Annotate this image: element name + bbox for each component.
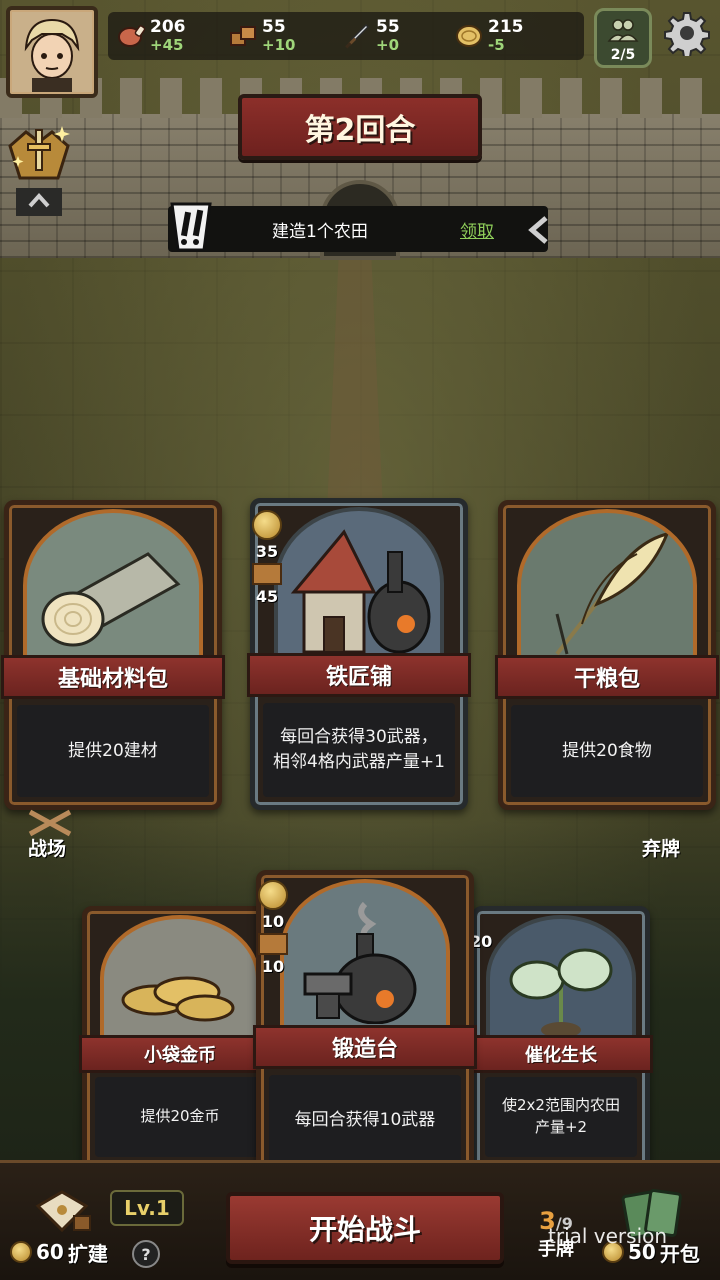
card-title-ribbon: 锻造台 xyxy=(253,1025,477,1069)
card-title: 铁匠铺 xyxy=(325,665,392,690)
card-title: 干粮包 xyxy=(573,667,640,692)
card-small-gold-bag[interactable]: 小袋金币 提供20金币 xyxy=(79,906,281,1170)
card-basic-materials[interactable]: 基础材料包 提供20建材 xyxy=(1,500,225,810)
quest-text: 建造1个农田 xyxy=(272,222,368,242)
wood-block-icon xyxy=(258,933,288,955)
card-growth-catalyst[interactable]: 催化生长 使2x2范围内农田产量+2 xyxy=(469,906,653,1170)
gold-coin-icon xyxy=(10,1241,32,1263)
log-icon xyxy=(23,509,203,679)
gold-coin-icon xyxy=(258,880,288,910)
card-forge[interactable]: 锻造台 每回合获得10武器 xyxy=(253,870,477,1178)
sprout-icon xyxy=(486,915,636,1055)
sword-emblem-icon xyxy=(8,126,70,216)
quest-claim-link[interactable]: 领取 xyxy=(460,217,494,242)
card-description-box: 每回合获得10武器 xyxy=(269,1075,461,1165)
card-description-box: 使2x2范围内农田产量+2 xyxy=(485,1077,637,1157)
card-description-box: 提供20食物 xyxy=(511,705,703,797)
blacksmith-house-icon xyxy=(274,507,444,677)
weapon-delta: +0 xyxy=(376,36,400,54)
card-description: 提供20金币 xyxy=(140,1107,220,1126)
discard-label[interactable]: 弃牌 xyxy=(642,834,680,861)
card-title: 锻造台 xyxy=(331,1037,398,1062)
wheat-icon xyxy=(517,509,697,679)
card-description: 使2x2范围内农田产量+2 xyxy=(502,1096,620,1136)
card-title-ribbon: 基础材料包 xyxy=(1,655,225,699)
expand-label: 扩建 xyxy=(67,1241,108,1266)
weapon-resource: 55 +0 xyxy=(342,16,400,56)
quest-collapse-icon[interactable] xyxy=(522,212,554,248)
card-description-box: 提供20金币 xyxy=(95,1077,265,1157)
forge-icon xyxy=(280,879,450,1039)
card-dry-rations[interactable]: 干粮包 提供20食物 xyxy=(495,500,719,810)
population-badge[interactable]: 2/5 xyxy=(594,8,652,68)
round-banner: 第2回合 xyxy=(238,94,482,160)
food-resource: 206 +45 xyxy=(116,16,186,56)
card-title-ribbon: 干粮包 xyxy=(495,655,719,699)
player-portrait-icon xyxy=(12,12,92,92)
card-description-box: 提供20建材 xyxy=(17,705,209,797)
round-title: 第2回合 xyxy=(304,113,416,148)
gold-value: 215 xyxy=(488,17,524,37)
card-title: 基础材料包 xyxy=(57,667,168,692)
food-delta: +45 xyxy=(150,36,184,54)
gold-coin-icon xyxy=(454,21,484,51)
cost-gold: 35 xyxy=(255,542,279,561)
material-delta: +10 xyxy=(262,36,296,54)
material-resource: 55 +10 xyxy=(228,16,295,56)
sword-icon xyxy=(342,21,372,51)
achievement-badge[interactable] xyxy=(4,122,74,218)
trial-watermark: trial version xyxy=(548,1224,668,1248)
help-button[interactable]: ? xyxy=(132,1240,160,1268)
card-description: 提供20食物 xyxy=(562,740,652,761)
card-blacksmith[interactable]: 铁匠铺 每回合获得30武器，相邻4格内武器产量+1 xyxy=(247,498,471,810)
expand-cost: 60 xyxy=(36,1240,64,1264)
start-battle-label: 开始战斗 xyxy=(308,1213,421,1246)
people-icon xyxy=(607,19,639,42)
cost-material: 45 xyxy=(255,587,279,606)
card-title-ribbon: 催化生长 xyxy=(469,1035,653,1073)
cost-material: 10 xyxy=(261,957,285,976)
battlefield-label[interactable]: 战场 xyxy=(28,834,66,861)
card-description: 提供20建材 xyxy=(68,740,158,761)
gold-coin-icon xyxy=(252,510,282,540)
card-title: 小袋金币 xyxy=(144,1045,216,1066)
gear-icon xyxy=(664,12,710,58)
population-count: 2/5 xyxy=(610,47,636,63)
card-description: 每回合获得10武器 xyxy=(294,1109,436,1130)
gold-resource: 215 -5 xyxy=(454,16,524,56)
weapon-value: 55 xyxy=(376,17,400,37)
alert-icon xyxy=(168,200,214,254)
wood-block-icon xyxy=(252,563,282,585)
card-cost: 35 45 xyxy=(252,510,282,606)
expand-button[interactable]: 60 扩建 xyxy=(10,1236,108,1268)
card-title-ribbon: 小袋金币 xyxy=(79,1035,281,1073)
material-value: 55 xyxy=(262,17,286,37)
coins-icon xyxy=(100,915,260,1055)
settings-button[interactable] xyxy=(664,10,710,58)
wood-block-icon xyxy=(228,21,258,51)
card-description-box: 每回合获得30武器，相邻4格内武器产量+1 xyxy=(263,703,455,797)
card-title-ribbon: 铁匠铺 xyxy=(247,653,471,697)
start-battle-button[interactable]: 开始战斗 xyxy=(226,1192,504,1264)
food-value: 206 xyxy=(150,17,186,37)
player-avatar[interactable] xyxy=(6,6,98,98)
expand-map-icon[interactable] xyxy=(30,1186,94,1236)
cost-gold: 10 xyxy=(261,912,285,931)
card-cost: 10 10 xyxy=(258,880,288,976)
meat-icon xyxy=(116,21,146,51)
card-title: 催化生长 xyxy=(525,1045,597,1066)
level-badge: Lv.1 xyxy=(110,1190,184,1226)
gold-delta: -5 xyxy=(488,36,505,54)
card-description: 每回合获得30武器，相邻4格内武器产量+1 xyxy=(273,727,445,772)
